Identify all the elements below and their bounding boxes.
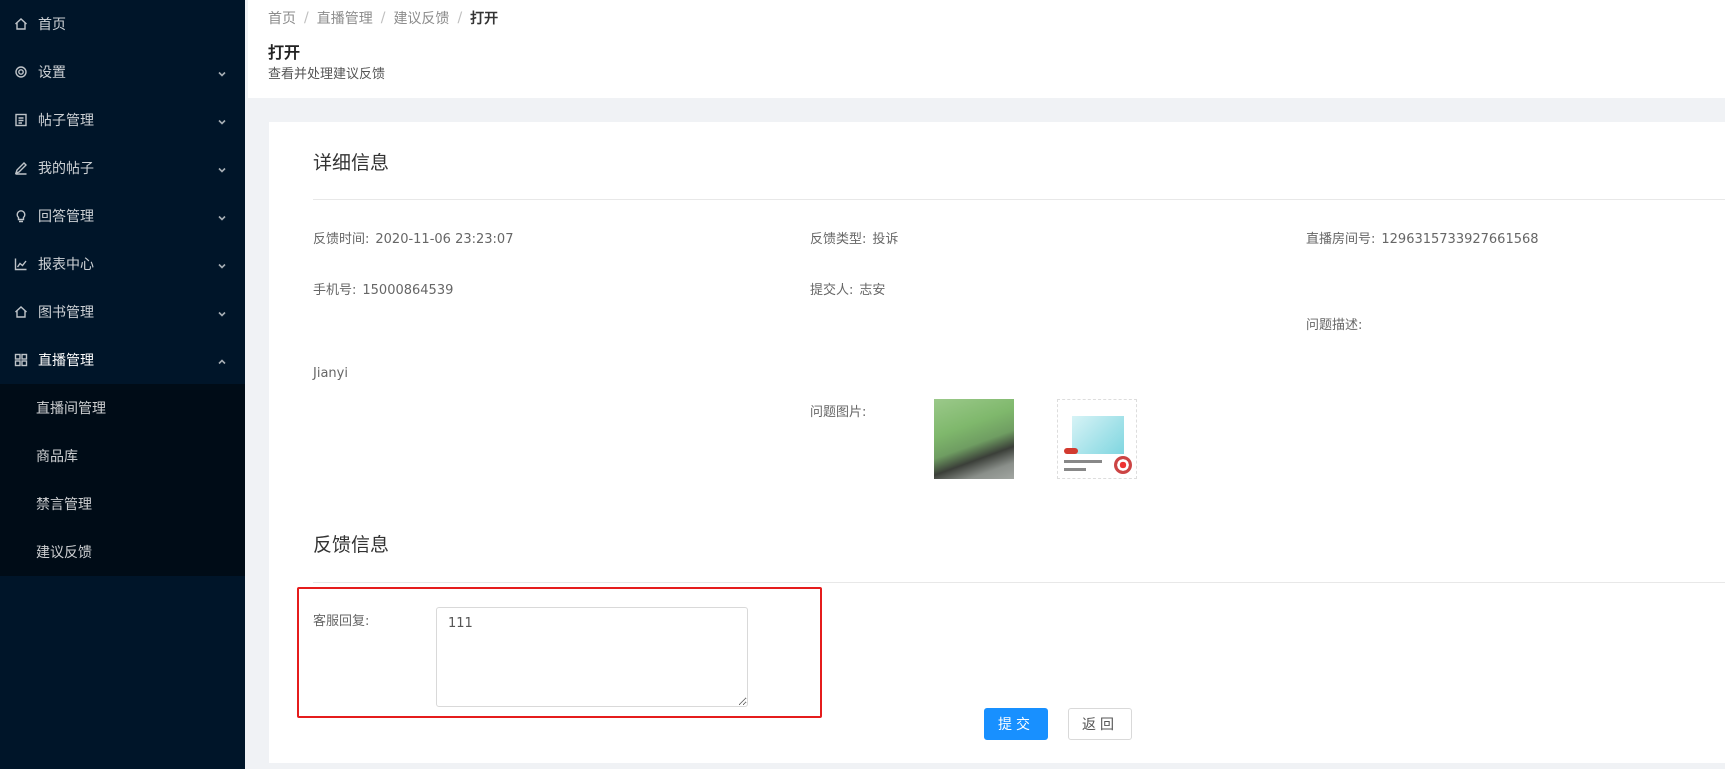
chevron-down-icon: [217, 67, 227, 77]
feedback-section-title: 反馈信息: [313, 534, 390, 556]
sidebar-subitem-mute-management[interactable]: 禁言管理: [0, 480, 245, 528]
description-label: 问题描述:: [1306, 318, 1363, 333]
page-title: 打开: [268, 43, 301, 62]
feedback-time-label: 反馈时间:: [313, 232, 370, 247]
sidebar-item-label: 帖子管理: [38, 113, 94, 129]
sidebar-item-label: 回答管理: [38, 209, 94, 225]
divider: [313, 199, 1725, 200]
gear-icon: [14, 65, 28, 79]
images-label: 问题图片:: [810, 405, 867, 420]
sidebar-subitem-feedback[interactable]: 建议反馈: [0, 528, 245, 576]
breadcrumb-item-home[interactable]: 首页: [268, 8, 296, 28]
phone-value: 15000864539: [362, 283, 454, 298]
sidebar-item-label: 设置: [38, 65, 66, 81]
sidebar-item-live-management[interactable]: 直播管理: [0, 336, 245, 384]
sidebar-item-report-center[interactable]: 报表中心: [0, 240, 245, 288]
sidebar-item-settings[interactable]: 设置: [0, 48, 245, 96]
chevron-down-icon: [217, 211, 227, 221]
divider: [313, 582, 1725, 583]
breadcrumb-separator: /: [380, 10, 386, 26]
phone-field: 手机号: 15000864539: [313, 279, 453, 298]
sidebar-item-label: 我的帖子: [38, 161, 94, 177]
breadcrumb-item-live-management[interactable]: 直播管理: [317, 8, 373, 28]
submit-button[interactable]: 提交: [984, 708, 1048, 740]
feedback-type-value: 投诉: [872, 232, 899, 247]
breadcrumb: 首页 / 直播管理 / 建议反馈 / 打开: [268, 8, 498, 28]
sidebar-item-label: 首页: [38, 17, 66, 33]
home-icon: [14, 17, 28, 31]
edit-icon: [14, 161, 28, 175]
page-header: 首页 / 直播管理 / 建议反馈 / 打开 打开 查看并处理建议反馈: [248, 0, 1725, 98]
detail-section-title: 详细信息: [313, 152, 390, 174]
breadcrumb-separator: /: [457, 10, 463, 26]
poster-tag: [1064, 448, 1078, 454]
sidebar-subitem-live-rooms[interactable]: 直播间管理: [0, 384, 245, 432]
feedback-time-field: 反馈时间: 2020-11-06 23:23:07: [313, 228, 513, 247]
sidebar-item-home[interactable]: 首页: [0, 0, 245, 48]
problem-image-thumbnail[interactable]: [934, 399, 1014, 479]
back-button[interactable]: 返回: [1068, 708, 1132, 740]
room-id-field: 直播房间号: 1296315733927661568: [1306, 228, 1539, 247]
appstore-icon: [14, 353, 28, 367]
file-text-icon: [14, 113, 28, 127]
chevron-down-icon: [217, 307, 227, 317]
chevron-down-icon: [217, 115, 227, 125]
feedback-time-value: 2020-11-06 23:23:07: [375, 232, 514, 247]
reply-label: 客服回复:: [313, 614, 370, 629]
submitter-value: 志安: [859, 283, 886, 298]
sidebar-item-answer-management[interactable]: 回答管理: [0, 192, 245, 240]
poster-text-line: [1064, 468, 1086, 471]
home-icon: [14, 305, 28, 319]
sidebar-item-label: 图书管理: [38, 305, 94, 321]
phone-label: 手机号:: [313, 283, 357, 298]
qr-code-icon: [1114, 456, 1132, 474]
submitter-label: 提交人:: [810, 283, 854, 298]
live-submenu: 直播间管理 商品库 禁言管理 建议反馈: [0, 384, 245, 576]
breadcrumb-item-feedback[interactable]: 建议反馈: [393, 8, 449, 28]
page-subtitle: 查看并处理建议反馈: [268, 67, 386, 82]
chevron-down-icon: [217, 163, 227, 173]
poster-text-line: [1064, 460, 1102, 463]
description-value: Jianyi: [313, 366, 348, 381]
chevron-up-icon: [217, 355, 227, 365]
sidebar: 首页 设置 帖子管理 我的帖子 回答管理 报表中心 图书管理 直播管理 直播间管…: [0, 0, 245, 769]
room-id-value: 1296315733927661568: [1381, 232, 1539, 247]
breadcrumb-current: 打开: [470, 11, 499, 27]
sidebar-item-post-management[interactable]: 帖子管理: [0, 96, 245, 144]
problem-image-thumbnail[interactable]: [1057, 399, 1137, 479]
bulb-icon: [14, 209, 28, 223]
sidebar-subitem-product-library[interactable]: 商品库: [0, 432, 245, 480]
chevron-down-icon: [217, 259, 227, 269]
breadcrumb-separator: /: [304, 10, 309, 26]
feedback-type-label: 反馈类型:: [810, 232, 867, 247]
sidebar-item-book-management[interactable]: 图书管理: [0, 288, 245, 336]
submitter-field: 提交人: 志安: [810, 279, 885, 298]
sidebar-item-label: 报表中心: [38, 257, 94, 273]
reply-textarea[interactable]: 111: [436, 607, 748, 707]
sidebar-item-label: 直播管理: [38, 353, 94, 369]
room-id-label: 直播房间号:: [1306, 232, 1376, 247]
feedback-type-field: 反馈类型: 投诉: [810, 228, 898, 247]
sidebar-item-my-posts[interactable]: 我的帖子: [0, 144, 245, 192]
poster-graphic: [1072, 416, 1124, 454]
line-chart-icon: [14, 257, 28, 271]
